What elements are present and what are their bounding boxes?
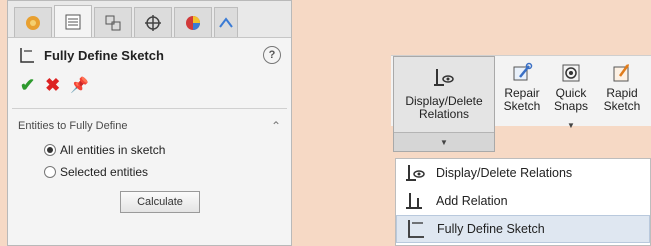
featuremanager-icon	[26, 15, 40, 30]
display-delete-relations-button[interactable]: Display/Delete Relations ▼	[393, 56, 495, 152]
rapid-sketch-label: Rapid Sketch	[603, 86, 641, 113]
menu-item-fully-define-sketch[interactable]: Fully Define Sketch	[396, 215, 650, 243]
featuremanager-tab[interactable]	[14, 7, 52, 37]
quick-snaps-dropdown-arrow[interactable]: ▼	[567, 119, 575, 132]
repair-sketch-icon	[513, 62, 533, 81]
group-title: Entities to Fully Define	[18, 120, 128, 132]
quick-snaps-label: Quick Snaps	[553, 86, 589, 113]
radio-all-entities[interactable]	[44, 144, 56, 156]
display-manager-tab[interactable]	[174, 7, 212, 37]
menu-item-label: Fully Define Sketch	[437, 222, 545, 236]
display-manager-icon	[186, 15, 200, 30]
help-icon[interactable]: ?	[263, 46, 281, 64]
repair-sketch-label: Repair Sketch	[503, 86, 541, 113]
more-tabs-button[interactable]	[214, 7, 238, 37]
propertymanager-icon	[65, 14, 81, 29]
dimxpert-tab[interactable]	[134, 7, 172, 37]
manager-tab-strip	[8, 1, 291, 38]
display-delete-relations-icon	[406, 165, 425, 181]
divider	[12, 108, 287, 109]
pin-icon[interactable]: 📌	[70, 76, 89, 94]
pm-actions: ✔ ✖ 📌	[8, 72, 291, 98]
rapid-sketch-button[interactable]: Rapid Sketch	[597, 56, 647, 113]
page-title: Fully Define Sketch	[44, 47, 164, 63]
menu-item-display-delete-relations[interactable]: Display/Delete Relations	[396, 159, 650, 187]
display-delete-dropdown-arrow[interactable]: ▼	[394, 132, 494, 151]
configurationmanager-tab[interactable]	[94, 7, 132, 37]
ok-button[interactable]: ✔	[20, 75, 35, 96]
option-selected-entities[interactable]: Selected entities	[8, 161, 291, 183]
sketch-ribbon: Display/Delete Relations ▼ Repair Sketch…	[391, 55, 651, 152]
more-tabs-icon	[219, 16, 233, 28]
calculate-button[interactable]: Calculate	[120, 191, 200, 213]
option-all-entities[interactable]: All entities in sketch	[8, 139, 291, 161]
rapid-sketch-icon	[613, 64, 630, 82]
quick-snaps-icon	[562, 64, 580, 82]
repair-sketch-button[interactable]: Repair Sketch	[499, 56, 545, 113]
group-header[interactable]: Entities to Fully Define ⌃	[8, 113, 291, 139]
relations-dropdown-menu: Display/Delete Relations Add Relation Fu…	[395, 158, 651, 246]
menu-item-label: Add Relation	[436, 194, 508, 208]
dimxpert-icon	[145, 14, 161, 31]
collapse-icon[interactable]: ⌃	[271, 119, 281, 133]
menu-item-label: Display/Delete Relations	[436, 166, 573, 180]
cancel-button[interactable]: ✖	[45, 75, 60, 96]
propertymanager-tab[interactable]	[54, 5, 92, 37]
configuration-icon	[105, 15, 121, 30]
display-delete-relations-icon	[434, 69, 454, 86]
add-relation-icon	[406, 193, 422, 209]
fully-define-sketch-icon	[408, 220, 424, 238]
fully-define-sketch-icon	[20, 48, 34, 63]
pm-header: Fully Define Sketch ?	[8, 38, 291, 72]
option-label: All entities in sketch	[60, 143, 166, 157]
quick-snaps-button[interactable]: Quick Snaps ▼	[549, 56, 593, 132]
display-delete-label: Display/Delete Relations	[405, 94, 483, 121]
radio-selected-entities[interactable]	[44, 166, 56, 178]
option-label: Selected entities	[60, 165, 149, 179]
menu-item-add-relation[interactable]: Add Relation	[396, 187, 650, 215]
property-manager-panel: Fully Define Sketch ? ✔ ✖ 📌 Entities to …	[7, 0, 292, 246]
